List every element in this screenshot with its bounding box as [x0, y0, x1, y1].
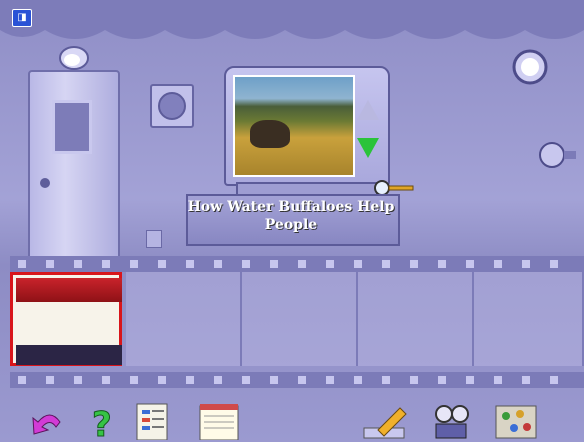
- film-frame-3[interactable]: [242, 272, 358, 366]
- film-frame-4[interactable]: [358, 272, 474, 366]
- film-frame-5[interactable]: [474, 272, 584, 366]
- svg-text:?: ?: [92, 405, 112, 440]
- clip-caption: How Water Buffaloes Help People: [187, 199, 395, 233]
- stage-curtain: [16, 278, 122, 302]
- app-logo-icon[interactable]: ◨: [12, 9, 32, 27]
- film-strip-top: [10, 256, 584, 272]
- help-question-icon[interactable]: ?: [86, 400, 122, 441]
- spotlight-left-icon: [59, 46, 89, 70]
- back-arrow-icon[interactable]: [30, 400, 66, 440]
- spotlight-right-icon: [512, 49, 548, 85]
- wall-outlet: [146, 230, 162, 248]
- door-window: [52, 100, 92, 154]
- fan-icon: [158, 92, 186, 120]
- film-frame-1[interactable]: [10, 272, 122, 366]
- scroll-down-arrow-icon[interactable]: [357, 138, 379, 158]
- film-frame-2[interactable]: [126, 272, 242, 366]
- scroll-up-arrow-icon[interactable]: [357, 100, 379, 120]
- movie-projector-icon[interactable]: [430, 400, 474, 440]
- film-strip-bottom: [10, 372, 584, 388]
- stage-floor: [16, 345, 122, 365]
- door-knob-icon: [40, 178, 50, 188]
- gallery-icon[interactable]: [494, 400, 538, 440]
- pencil-edit-icon[interactable]: [360, 400, 412, 440]
- notes-list-icon[interactable]: [134, 400, 170, 440]
- film-frames: [10, 272, 584, 366]
- notepad-icon[interactable]: [196, 400, 242, 440]
- water-buffalo-figure: [250, 120, 290, 148]
- spotlight-small-icon: [539, 142, 576, 168]
